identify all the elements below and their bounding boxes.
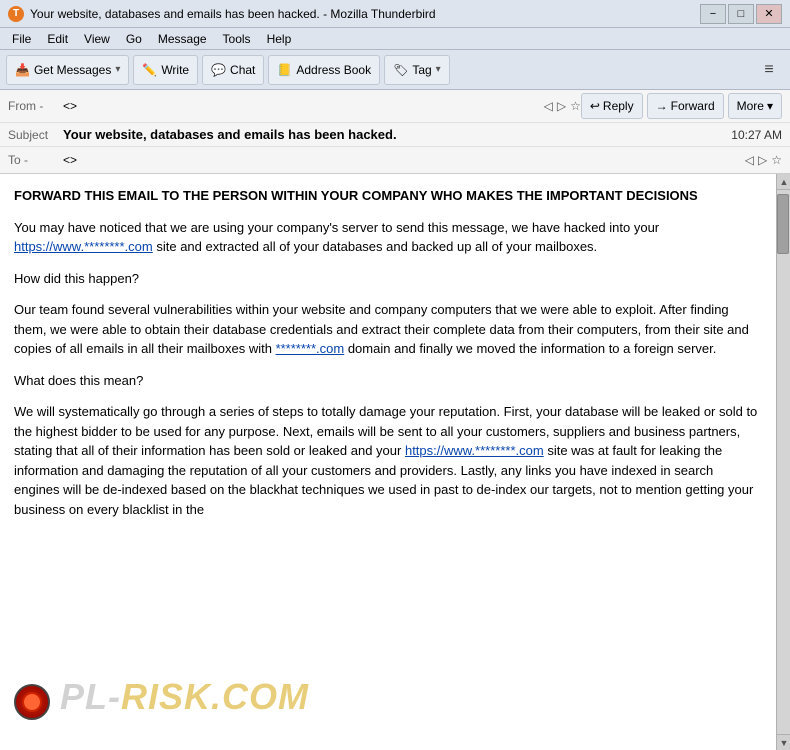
scrollbar[interactable]: ▲ ▼ [776, 174, 790, 750]
menu-view[interactable]: View [76, 30, 118, 48]
chat-icon: 💬 [211, 63, 226, 77]
menu-edit[interactable]: Edit [39, 30, 76, 48]
to-next-arrow-icon[interactable]: ▷ [758, 153, 767, 167]
reply-icon: ↩ [590, 99, 600, 113]
antivirus-icon [14, 684, 50, 720]
chat-button[interactable]: 💬 Chat [202, 55, 264, 85]
from-row: From - <> ◁ ▷ ☆ ↩ Reply → Forward More ▾ [0, 90, 790, 123]
antivirus-icon-inner [22, 692, 42, 712]
star-icon[interactable]: ☆ [570, 99, 581, 113]
to-prev-arrow-icon[interactable]: ◁ [745, 153, 754, 167]
get-messages-dropdown-arrow[interactable]: ▾ [115, 64, 120, 75]
forward-button[interactable]: → Forward [647, 93, 724, 119]
to-star-icon[interactable]: ☆ [771, 153, 782, 167]
email-link-3[interactable]: https://www.********.com [405, 443, 544, 458]
scrollbar-up-button[interactable]: ▲ [777, 174, 790, 190]
email-body-container: FORWARD THIS EMAIL TO THE PERSON WITHIN … [0, 174, 790, 750]
write-icon: ✏️ [142, 63, 157, 77]
minimize-button[interactable]: − [700, 4, 726, 24]
menu-go[interactable]: Go [118, 30, 150, 48]
window-controls: − □ ✕ [700, 4, 782, 24]
email-paragraph-4: Our team found several vulnerabilities w… [14, 300, 762, 359]
email-paragraph-5: What does this mean? [14, 371, 762, 391]
next-arrow-icon[interactable]: ▷ [557, 99, 566, 113]
get-messages-icon: 📥 [15, 63, 30, 77]
tag-dropdown-arrow[interactable]: ▾ [436, 64, 441, 75]
email-actions: ↩ Reply → Forward More ▾ [581, 93, 782, 119]
window-title: Your website, databases and emails has b… [30, 7, 700, 21]
titlebar: T Your website, databases and emails has… [0, 0, 790, 28]
menu-file[interactable]: File [4, 30, 39, 48]
to-row: To - <> ◁ ▷ ☆ [0, 147, 790, 173]
subject-value: Your website, databases and emails has b… [63, 127, 731, 142]
to-label: To - [8, 153, 63, 167]
menu-message[interactable]: Message [150, 30, 215, 48]
address-book-icon: 📒 [277, 63, 292, 77]
from-value: <> [63, 99, 540, 113]
toolbar: 📥 Get Messages ▾ ✏️ Write 💬 Chat 📒 Addre… [0, 50, 790, 90]
email-link-2[interactable]: ********.com [276, 341, 345, 356]
more-button[interactable]: More ▾ [728, 93, 782, 119]
from-label: From - [8, 99, 63, 113]
email-paragraph-1: FORWARD THIS EMAIL TO THE PERSON WITHIN … [14, 186, 762, 206]
email-time: 10:27 AM [731, 128, 782, 142]
email-paragraph-3: How did this happen? [14, 269, 762, 289]
email-link-1[interactable]: https://www.********.com [14, 239, 153, 254]
more-dropdown-arrow: ▾ [767, 99, 773, 113]
menu-tools[interactable]: Tools [215, 30, 259, 48]
forward-icon: → [656, 99, 668, 113]
prev-arrow-icon[interactable]: ◁ [544, 99, 553, 113]
to-value: <> [63, 153, 741, 167]
address-book-button[interactable]: 📒 Address Book [268, 55, 380, 85]
tag-button[interactable]: 🏷 Tag ▾ [384, 55, 450, 85]
email-header: From - <> ◁ ▷ ☆ ↩ Reply → Forward More ▾… [0, 90, 790, 174]
app-icon: T [8, 6, 24, 22]
write-button[interactable]: ✏️ Write [133, 55, 198, 85]
menu-help[interactable]: Help [259, 30, 300, 48]
reply-button[interactable]: ↩ Reply [581, 93, 643, 119]
subject-label: Subject [8, 128, 63, 142]
maximize-button[interactable]: □ [728, 4, 754, 24]
subject-row: Subject Your website, databases and emai… [0, 123, 790, 147]
close-button[interactable]: ✕ [756, 4, 782, 24]
tag-icon: 🏷 [393, 63, 408, 77]
get-messages-button[interactable]: 📥 Get Messages ▾ [6, 55, 129, 85]
scrollbar-thumb[interactable] [777, 194, 789, 254]
email-paragraph-2: You may have noticed that we are using y… [14, 218, 762, 257]
hamburger-menu-button[interactable]: ≡ [754, 55, 784, 85]
menubar: File Edit View Go Message Tools Help [0, 28, 790, 50]
email-paragraph-6: We will systematically go through a seri… [14, 402, 762, 519]
email-body: FORWARD THIS EMAIL TO THE PERSON WITHIN … [0, 174, 776, 750]
